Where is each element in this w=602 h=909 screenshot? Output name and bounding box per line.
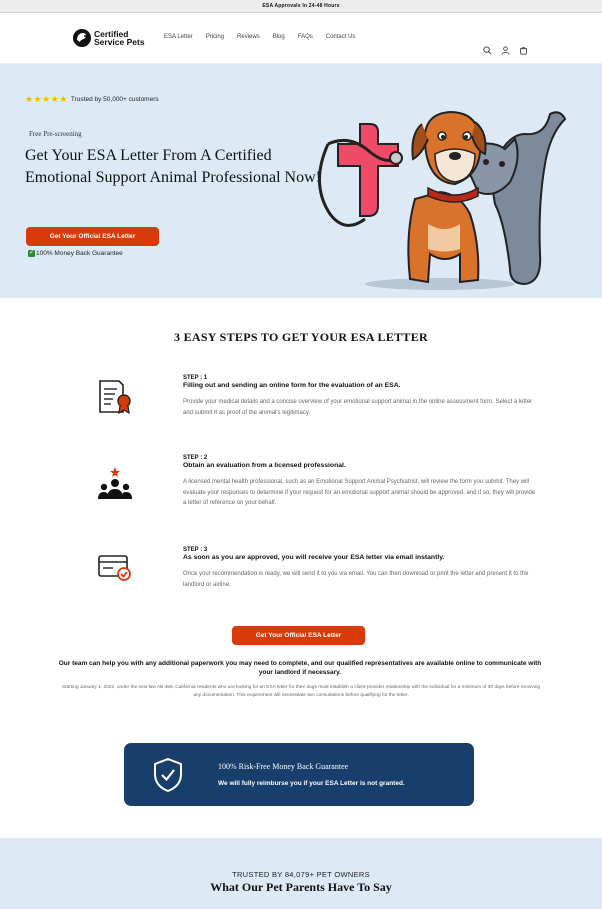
check-icon: ✓ [28,250,35,257]
step-2: STEP : 2 Obtain an evaluation from a lic… [183,455,538,509]
dog-cat-illustration [318,110,567,290]
law-disclaimer: Starting January 1, 2022, under the new … [61,685,541,698]
money-back-guarantee: ✓ 100% Money Back Guarantee [28,250,123,257]
approved-card-icon [98,555,131,581]
risk-description: We will fully reimburse you if your ESA … [218,780,405,787]
site-header: Certified Service Pets ESA Letter Pricin… [0,13,602,64]
shield-check-icon [154,757,182,793]
step-description: Once your recommendation is ready, we wi… [183,571,529,588]
star-icon: ★ [50,94,59,104]
steps-cta-button[interactable]: Get Your Official ESA Letter [232,626,365,645]
hero-title: Get Your ESA Letter From A Certified Emo… [25,147,321,186]
announcement-bar: ESA Approvals In 24-48 Hours [0,0,602,13]
step-label: STEP : 2 [183,455,208,461]
prescreen-label: Free Pre-screening [29,130,82,138]
star-icon: ★ [33,94,42,104]
step-description: A licensed mental health professional, s… [183,479,536,506]
site-logo[interactable]: Certified Service Pets [72,28,145,48]
step-heading: Obtain an evaluation from a licensed pro… [183,462,346,469]
step-label: STEP : 3 [183,547,208,553]
paw-logo-icon [73,29,91,47]
trusted-by-label: TRUSTED BY 84,079+ PET OWNERS [232,870,370,879]
hero-cta-button[interactable]: Get Your Official ESA Letter [26,227,159,246]
trusted-text: Trusted by 50,000+ customers [70,96,159,103]
step-heading: Filling out and sending an online form f… [183,382,401,389]
hero-section: ★ ★ ★ ★ ★ Trusted by 50,000+ customers F… [0,64,602,298]
group-icon [98,467,132,499]
step-1: STEP : 1 Filling out and sending an onli… [183,375,538,418]
risk-free-banner: 100% Risk-Free Money Back Guarantee We w… [124,743,474,806]
logo-line2: Service Pets [94,37,145,47]
star-icon: ★ [59,94,68,104]
steps-title: 3 EASY STEPS TO GET YOUR ESA LETTER [173,330,429,344]
header-icons [483,46,528,55]
nav-pricing[interactable]: Pricing [206,34,224,40]
nav-blog[interactable]: Blog [273,34,285,40]
step-label: STEP : 1 [183,375,208,381]
step-heading: As soon as you are approved, you will re… [183,554,445,561]
guarantee-text: 100% Money Back Guarantee [36,250,123,257]
logo-text: Certified Service Pets [94,30,145,47]
nav-faqs[interactable]: FAQs [298,34,313,40]
certificate-icon [99,380,131,414]
star-icon: ★ [25,94,34,104]
nav-esa-letter[interactable]: ESA Letter [164,34,193,40]
cart-icon[interactable] [519,46,528,55]
step-3: STEP : 3 As soon as you are approved, yo… [183,547,538,590]
nav-contact-us[interactable]: Contact Us [326,34,356,40]
help-text: Our team can help you with any additiona… [58,660,542,676]
reviews-section: TRUSTED BY 84,079+ PET OWNERS What Our P… [0,838,602,909]
rating-row: ★ ★ ★ ★ ★ Trusted by 50,000+ customers [25,94,159,105]
star-icon: ★ [42,94,51,104]
step-description: Provide your medical details and a conci… [183,399,533,416]
reviews-title: What Our Pet Parents Have To Say [210,880,392,894]
search-icon[interactable] [483,46,492,55]
nav-reviews[interactable]: Reviews [237,34,260,40]
risk-title: 100% Risk-Free Money Back Guarantee [218,762,349,771]
main-nav: ESA Letter Pricing Reviews Blog FAQs Con… [164,34,368,40]
account-icon[interactable] [501,46,510,55]
